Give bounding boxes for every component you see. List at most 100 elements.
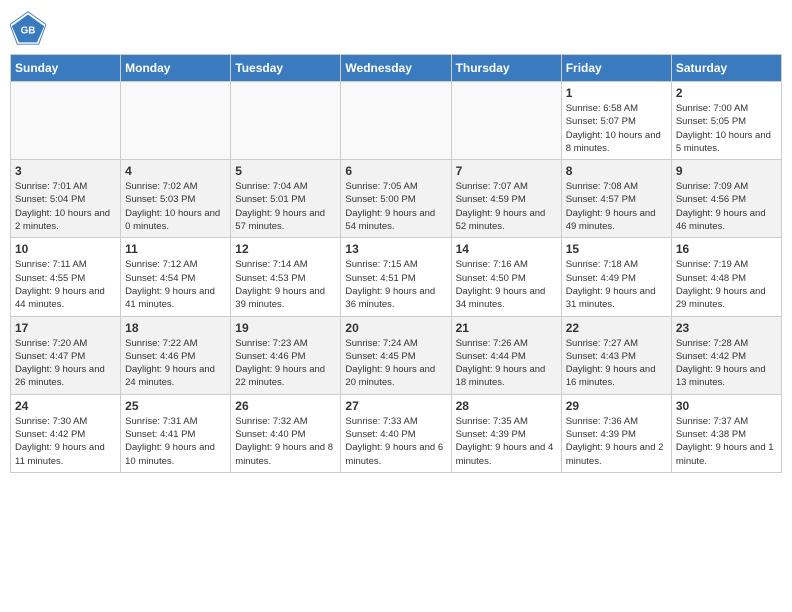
- day-info: Sunrise: 7:09 AM Sunset: 4:56 PM Dayligh…: [676, 180, 777, 233]
- weekday-thursday: Thursday: [451, 55, 561, 82]
- day-info: Sunrise: 7:01 AM Sunset: 5:04 PM Dayligh…: [15, 180, 116, 233]
- day-info: Sunrise: 7:26 AM Sunset: 4:44 PM Dayligh…: [456, 337, 557, 390]
- day-number: 6: [345, 164, 446, 178]
- day-info: Sunrise: 7:15 AM Sunset: 4:51 PM Dayligh…: [345, 258, 446, 311]
- day-info: Sunrise: 7:14 AM Sunset: 4:53 PM Dayligh…: [235, 258, 336, 311]
- day-number: 10: [15, 242, 116, 256]
- calendar-cell: [341, 82, 451, 160]
- calendar-cell: 27 Sunrise: 7:33 AM Sunset: 4:40 PM Dayli…: [341, 394, 451, 472]
- day-info: Sunrise: 7:31 AM Sunset: 4:41 PM Dayligh…: [125, 415, 226, 468]
- calendar-cell: 9 Sunrise: 7:09 AM Sunset: 4:56 PM Daylig…: [671, 160, 781, 238]
- calendar-cell: 19 Sunrise: 7:23 AM Sunset: 4:46 PM Dayli…: [231, 316, 341, 394]
- calendar-cell: 21 Sunrise: 7:26 AM Sunset: 4:44 PM Dayli…: [451, 316, 561, 394]
- day-number: 7: [456, 164, 557, 178]
- calendar-cell: 28 Sunrise: 7:35 AM Sunset: 4:39 PM Dayli…: [451, 394, 561, 472]
- weekday-sunday: Sunday: [11, 55, 121, 82]
- calendar-cell: 20 Sunrise: 7:24 AM Sunset: 4:45 PM Dayli…: [341, 316, 451, 394]
- calendar-cell: 17 Sunrise: 7:20 AM Sunset: 4:47 PM Dayli…: [11, 316, 121, 394]
- day-number: 16: [676, 242, 777, 256]
- calendar-week-3: 10 Sunrise: 7:11 AM Sunset: 4:55 PM Dayli…: [11, 238, 782, 316]
- calendar-cell: 5 Sunrise: 7:04 AM Sunset: 5:01 PM Daylig…: [231, 160, 341, 238]
- day-info: Sunrise: 7:32 AM Sunset: 4:40 PM Dayligh…: [235, 415, 336, 468]
- day-number: 24: [15, 399, 116, 413]
- calendar-cell: 30Sunrise: 7:37 AM Sunset: 4:38 PM Dayli…: [671, 394, 781, 472]
- calendar-cell: 8Sunrise: 7:08 AM Sunset: 4:57 PM Daylig…: [561, 160, 671, 238]
- calendar-header: SundayMondayTuesdayWednesdayThursdayFrid…: [11, 55, 782, 82]
- calendar-cell: 22 Sunrise: 7:27 AM Sunset: 4:43 PM Dayli…: [561, 316, 671, 394]
- day-info: Sunrise: 6:58 AM Sunset: 5:07 PM Dayligh…: [566, 102, 667, 155]
- logo: GB: [10, 10, 50, 46]
- day-number: 28: [456, 399, 557, 413]
- day-number: 9: [676, 164, 777, 178]
- calendar-cell: 7 Sunrise: 7:07 AM Sunset: 4:59 PM Daylig…: [451, 160, 561, 238]
- calendar-cell: 2 Sunrise: 7:00 AM Sunset: 5:05 PM Daylig…: [671, 82, 781, 160]
- day-number: 1: [566, 86, 667, 100]
- day-number: 3: [15, 164, 116, 178]
- day-info: Sunrise: 7:28 AM Sunset: 4:42 PM Dayligh…: [676, 337, 777, 390]
- day-info: Sunrise: 7:07 AM Sunset: 4:59 PM Dayligh…: [456, 180, 557, 233]
- day-number: 18: [125, 321, 226, 335]
- day-number: 13: [345, 242, 446, 256]
- calendar-cell: 15Sunrise: 7:18 AM Sunset: 4:49 PM Dayli…: [561, 238, 671, 316]
- day-info: Sunrise: 7:35 AM Sunset: 4:39 PM Dayligh…: [456, 415, 557, 468]
- svg-text:GB: GB: [21, 25, 36, 36]
- logo-icon: GB: [10, 10, 46, 46]
- day-number: 27: [345, 399, 446, 413]
- day-info: Sunrise: 7:22 AM Sunset: 4:46 PM Dayligh…: [125, 337, 226, 390]
- day-number: 15: [566, 242, 667, 256]
- calendar-cell: 14Sunrise: 7:16 AM Sunset: 4:50 PM Dayli…: [451, 238, 561, 316]
- calendar-week-2: 3 Sunrise: 7:01 AM Sunset: 5:04 PM Daylig…: [11, 160, 782, 238]
- day-info: Sunrise: 7:24 AM Sunset: 4:45 PM Dayligh…: [345, 337, 446, 390]
- day-number: 17: [15, 321, 116, 335]
- day-number: 22: [566, 321, 667, 335]
- day-number: 12: [235, 242, 336, 256]
- day-number: 4: [125, 164, 226, 178]
- calendar-cell: [11, 82, 121, 160]
- day-info: Sunrise: 7:04 AM Sunset: 5:01 PM Dayligh…: [235, 180, 336, 233]
- day-number: 26: [235, 399, 336, 413]
- weekday-monday: Monday: [121, 55, 231, 82]
- day-info: Sunrise: 7:23 AM Sunset: 4:46 PM Dayligh…: [235, 337, 336, 390]
- calendar-week-4: 17 Sunrise: 7:20 AM Sunset: 4:47 PM Dayli…: [11, 316, 782, 394]
- weekday-wednesday: Wednesday: [341, 55, 451, 82]
- calendar-cell: 10 Sunrise: 7:11 AM Sunset: 4:55 PM Dayli…: [11, 238, 121, 316]
- day-number: 30: [676, 399, 777, 413]
- day-info: Sunrise: 7:36 AM Sunset: 4:39 PM Dayligh…: [566, 415, 667, 468]
- day-number: 5: [235, 164, 336, 178]
- weekday-tuesday: Tuesday: [231, 55, 341, 82]
- day-info: Sunrise: 7:02 AM Sunset: 5:03 PM Dayligh…: [125, 180, 226, 233]
- calendar-cell: 29 Sunrise: 7:36 AM Sunset: 4:39 PM Dayli…: [561, 394, 671, 472]
- day-info: Sunrise: 7:00 AM Sunset: 5:05 PM Dayligh…: [676, 102, 777, 155]
- day-number: 29: [566, 399, 667, 413]
- day-number: 25: [125, 399, 226, 413]
- day-info: Sunrise: 7:33 AM Sunset: 4:40 PM Dayligh…: [345, 415, 446, 468]
- calendar-cell: 1 Sunrise: 6:58 AM Sunset: 5:07 PM Daylig…: [561, 82, 671, 160]
- calendar-cell: [121, 82, 231, 160]
- calendar-week-1: 1 Sunrise: 6:58 AM Sunset: 5:07 PM Daylig…: [11, 82, 782, 160]
- weekday-header-row: SundayMondayTuesdayWednesdayThursdayFrid…: [11, 55, 782, 82]
- day-info: Sunrise: 7:05 AM Sunset: 5:00 PM Dayligh…: [345, 180, 446, 233]
- day-number: 2: [676, 86, 777, 100]
- calendar-cell: 13 Sunrise: 7:15 AM Sunset: 4:51 PM Dayli…: [341, 238, 451, 316]
- calendar-cell: 18 Sunrise: 7:22 AM Sunset: 4:46 PM Dayli…: [121, 316, 231, 394]
- day-info: Sunrise: 7:27 AM Sunset: 4:43 PM Dayligh…: [566, 337, 667, 390]
- calendar-week-5: 24Sunrise: 7:30 AM Sunset: 4:42 PM Dayli…: [11, 394, 782, 472]
- day-info: Sunrise: 7:19 AM Sunset: 4:48 PM Dayligh…: [676, 258, 777, 311]
- calendar-cell: 24Sunrise: 7:30 AM Sunset: 4:42 PM Dayli…: [11, 394, 121, 472]
- calendar: SundayMondayTuesdayWednesdayThursdayFrid…: [10, 54, 782, 473]
- day-info: Sunrise: 7:11 AM Sunset: 4:55 PM Dayligh…: [15, 258, 116, 311]
- day-number: 21: [456, 321, 557, 335]
- day-info: Sunrise: 7:16 AM Sunset: 4:50 PM Dayligh…: [456, 258, 557, 311]
- day-number: 8: [566, 164, 667, 178]
- calendar-cell: 26 Sunrise: 7:32 AM Sunset: 4:40 PM Dayli…: [231, 394, 341, 472]
- calendar-cell: 16 Sunrise: 7:19 AM Sunset: 4:48 PM Dayli…: [671, 238, 781, 316]
- calendar-cell: [231, 82, 341, 160]
- calendar-cell: 23Sunrise: 7:28 AM Sunset: 4:42 PM Dayli…: [671, 316, 781, 394]
- day-info: Sunrise: 7:20 AM Sunset: 4:47 PM Dayligh…: [15, 337, 116, 390]
- calendar-cell: 12 Sunrise: 7:14 AM Sunset: 4:53 PM Dayli…: [231, 238, 341, 316]
- calendar-cell: 3 Sunrise: 7:01 AM Sunset: 5:04 PM Daylig…: [11, 160, 121, 238]
- day-number: 20: [345, 321, 446, 335]
- weekday-friday: Friday: [561, 55, 671, 82]
- calendar-cell: 4 Sunrise: 7:02 AM Sunset: 5:03 PM Daylig…: [121, 160, 231, 238]
- day-number: 19: [235, 321, 336, 335]
